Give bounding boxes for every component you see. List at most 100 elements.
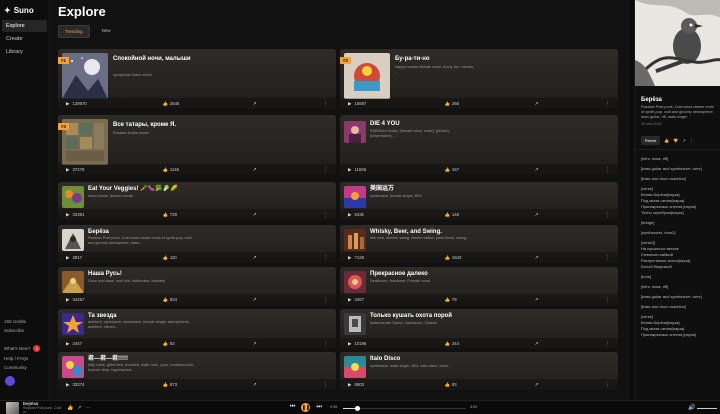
like-control[interactable]: 👍 83 <box>444 382 524 388</box>
share-icon[interactable]: ↗ <box>534 167 538 173</box>
play-icon[interactable]: ▶ <box>348 341 351 347</box>
share-icon[interactable]: ↗ <box>252 212 256 218</box>
thumbs-up-icon[interactable]: 👍 <box>67 405 73 411</box>
like-control[interactable]: 👍 834 <box>162 297 242 303</box>
play-icon[interactable]: ▶ <box>348 212 351 218</box>
previous-icon[interactable]: ⏮ <box>290 404 295 411</box>
song-title[interactable]: Та звезда <box>88 313 117 320</box>
tab-trending[interactable]: Trending <box>58 25 90 38</box>
like-control[interactable]: 👍 1146 <box>162 167 242 173</box>
song-title[interactable]: Eat Your Veggies! 🥕🍆🥦🥬🌽 <box>88 186 177 193</box>
play-icon[interactable]: ▶ <box>66 167 69 173</box>
play-icon[interactable]: ▶ <box>348 297 351 303</box>
more-options-icon[interactable]: ⋯ <box>85 405 90 411</box>
featured-card[interactable]: #1 Спокойной ночи, малыши symphonic blac… <box>58 49 336 109</box>
song-card[interactable]: Whisky, Beer, and Swing. folk rock, elec… <box>340 225 618 263</box>
remix-button[interactable]: Remix <box>641 136 661 145</box>
progress-knob[interactable] <box>355 406 361 411</box>
song-card[interactable]: Та звезда ambient, cyberpunk, synthwave,… <box>58 309 336 349</box>
like-control[interactable]: 👍 110 <box>162 255 242 261</box>
song-card[interactable]: Прекрасное далеко Deathcore, Hardcore, F… <box>340 267 618 305</box>
song-title[interactable]: Whisky, Beer, and Swing. <box>370 229 442 236</box>
more-options-icon[interactable]: ⋮ <box>605 382 610 388</box>
pause-button[interactable]: ❚❚ <box>301 403 311 412</box>
more-options-icon[interactable]: ⋮ <box>605 101 610 107</box>
volume-slider[interactable] <box>697 408 717 409</box>
song-card[interactable]: Только кушать охота порой Instrumental O… <box>340 309 618 349</box>
song-title[interactable]: Прекрасное далеко <box>370 271 428 278</box>
like-control[interactable]: 👍 83 <box>162 341 242 347</box>
more-options-icon[interactable]: ⋮ <box>323 341 328 347</box>
more-options-icon[interactable]: ⋮ <box>690 138 694 143</box>
more-options-icon[interactable]: ⋮ <box>323 167 328 173</box>
like-control[interactable]: 👍 79 <box>444 297 524 303</box>
play-icon[interactable]: ▶ <box>348 101 351 107</box>
song-title[interactable]: Берёза <box>88 229 109 236</box>
like-control[interactable]: 👍 266 <box>444 101 524 107</box>
share-icon[interactable]: ↗ <box>252 297 256 303</box>
song-card[interactable]: Берёза Russian Post punk, Cold wave,dark… <box>58 225 336 263</box>
share-icon[interactable]: ↗ <box>534 382 538 388</box>
avatar[interactable] <box>5 376 15 386</box>
sidebar-item-create[interactable]: Create <box>2 33 47 45</box>
play-icon[interactable]: ▶ <box>348 382 351 388</box>
more-options-icon[interactable]: ⋮ <box>323 101 328 107</box>
more-options-icon[interactable]: ⋮ <box>605 212 610 218</box>
song-title[interactable]: 君—君—君!!!!! <box>88 356 128 363</box>
thumbs-down-icon[interactable]: 👎 <box>673 138 678 143</box>
sidebar-item-library[interactable]: Library <box>2 46 47 58</box>
play-icon[interactable]: ▶ <box>66 297 69 303</box>
like-control[interactable]: 👍 344 <box>444 341 524 347</box>
song-title[interactable]: Наша Русь! <box>88 271 122 278</box>
like-control[interactable]: 👍 148 <box>444 212 524 218</box>
player-cover[interactable] <box>6 401 19 414</box>
tab-new[interactable]: New <box>96 25 117 38</box>
more-options-icon[interactable]: ⋮ <box>605 255 610 261</box>
volume-icon[interactable]: 🔊 <box>688 404 695 411</box>
play-icon[interactable]: ▶ <box>66 341 69 347</box>
community-link[interactable]: Community <box>0 363 50 372</box>
share-icon[interactable]: ↗ <box>534 297 538 303</box>
more-options-icon[interactable]: ⋮ <box>323 382 328 388</box>
song-card[interactable]: 君—君—君!!!!! lofty voice, glitch fest, tro… <box>58 352 336 390</box>
song-card[interactable]: Italo Disco synthwave, male singer, 80's… <box>340 352 618 390</box>
share-icon[interactable]: ↗ <box>252 167 256 173</box>
more-options-icon[interactable]: ⋮ <box>323 255 328 261</box>
share-icon[interactable]: ↗ <box>682 138 685 143</box>
more-options-icon[interactable]: ⋮ <box>323 297 328 303</box>
song-title[interactable]: Бу-ра-ти-но <box>395 56 535 63</box>
like-control[interactable]: 👍 167 <box>444 167 524 173</box>
play-icon[interactable]: ▶ <box>348 167 351 173</box>
like-control[interactable]: 👍 873 <box>162 382 242 388</box>
song-card[interactable]: 美国运万 synthwave, female singer, 80's ▶ 643… <box>340 182 618 220</box>
sidebar-item-explore[interactable]: Explore <box>2 20 47 32</box>
song-title[interactable]: Все татары, кроме Я. <box>113 122 273 129</box>
suno-logo[interactable]: ✦ Suno <box>0 0 49 19</box>
more-options-icon[interactable]: ⋮ <box>605 341 610 347</box>
thumbs-up-icon[interactable]: 👍 <box>664 138 669 143</box>
song-title[interactable]: Italo Disco <box>370 356 400 363</box>
song-title[interactable]: Только кушать охота порой <box>370 313 452 320</box>
featured-card[interactable]: DIE 4 YOU R&B/Soul music, (female voice,… <box>340 115 618 175</box>
song-card[interactable]: Eat Your Veggies! 🥕🍆🥦🥬🌽 deep house, fema… <box>58 182 336 220</box>
share-icon[interactable]: ↗ <box>252 255 256 261</box>
whats-new-link[interactable]: What's New? 3 <box>0 343 50 354</box>
share-icon[interactable]: ↗ <box>252 382 256 388</box>
featured-card[interactable]: #2 Бу-ра-ти-но happy russian female voic… <box>340 49 618 109</box>
featured-card[interactable]: #3 Все татары, кроме Я. Russian Drake mu… <box>58 115 336 175</box>
song-title[interactable]: DIE 4 YOU <box>370 121 400 128</box>
play-icon[interactable]: ▶ <box>66 212 69 218</box>
share-icon[interactable]: ↗ <box>534 101 538 107</box>
play-icon[interactable]: ▶ <box>66 382 69 388</box>
share-icon[interactable]: ↗ <box>252 101 256 107</box>
help-link[interactable]: Help / FAQs <box>0 354 50 363</box>
play-icon[interactable]: ▶ <box>348 255 351 261</box>
share-icon[interactable]: ↗ <box>252 341 256 347</box>
play-icon[interactable]: ▶ <box>66 255 69 261</box>
progress-bar[interactable] <box>343 406 466 411</box>
more-options-icon[interactable]: ⋮ <box>605 297 610 303</box>
like-control[interactable]: 👍 1843 <box>444 255 524 261</box>
song-card[interactable]: Наша Русь! Drum and bass, rock folk, fol… <box>58 267 336 305</box>
like-control[interactable]: 👍 729 <box>162 212 242 218</box>
subscribe-link[interactable]: Subscribe <box>0 326 50 335</box>
